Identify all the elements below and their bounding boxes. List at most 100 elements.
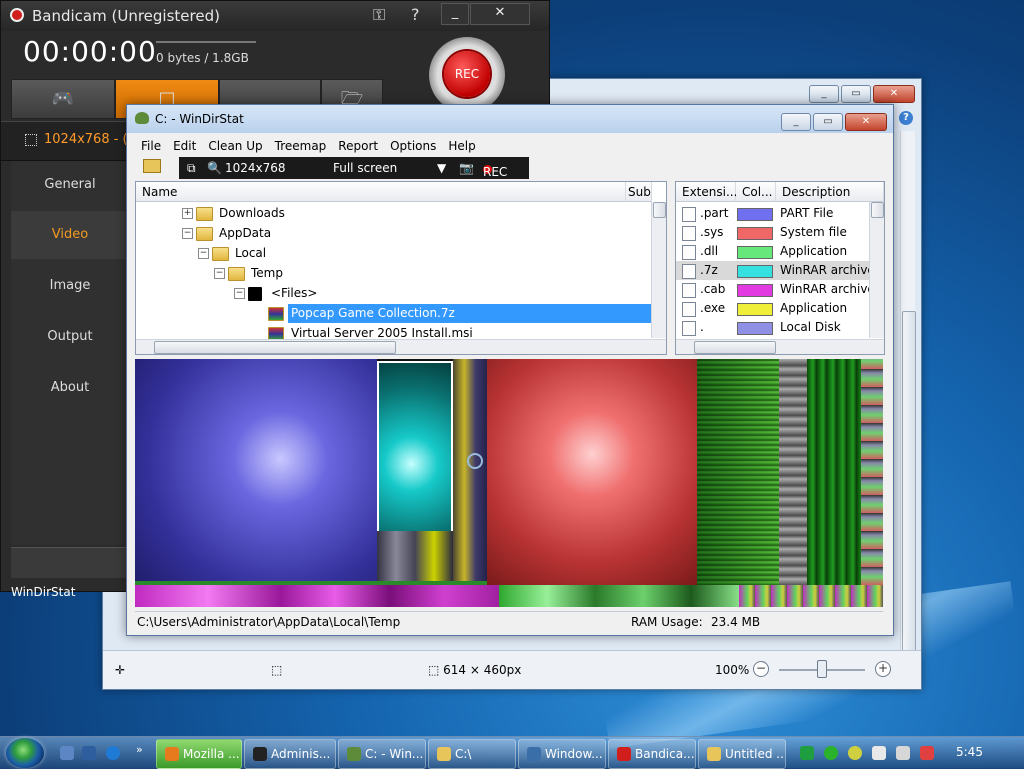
scroll-thumb[interactable] xyxy=(871,202,884,218)
tray-green-icon[interactable] xyxy=(824,746,838,760)
zoom-slider-thumb[interactable] xyxy=(817,660,827,678)
treemap-block-7z-selected[interactable] xyxy=(377,361,453,533)
scroll-thumb[interactable] xyxy=(902,311,916,678)
column-header-extension[interactable]: Extensi... xyxy=(676,182,737,202)
key-icon[interactable]: ⚿ xyxy=(373,5,385,25)
scroll-thumb[interactable] xyxy=(653,202,666,218)
collapse-icon[interactable]: − xyxy=(234,288,245,299)
menu-edit[interactable]: Edit xyxy=(167,137,202,155)
dropdown-arrow-icon[interactable]: ▼ xyxy=(437,161,446,175)
treemap-block-gray[interactable] xyxy=(779,359,807,585)
help-icon[interactable]: ? xyxy=(899,111,913,125)
scroll-thumb[interactable] xyxy=(154,341,396,354)
extension-row[interactable]: .cab WinRAR archive xyxy=(676,280,876,299)
ext-vertical-scrollbar[interactable] xyxy=(869,202,884,338)
taskbar-explorer-button[interactable]: C:\ xyxy=(428,739,516,769)
column-header-color[interactable]: Col... xyxy=(736,182,776,202)
treemap-view[interactable] xyxy=(135,359,883,607)
camera-icon[interactable]: 📷 xyxy=(459,161,474,175)
treemap-block-mixed[interactable] xyxy=(861,359,883,585)
menu-item-video[interactable]: Video xyxy=(11,211,129,259)
start-button[interactable] xyxy=(6,738,44,768)
treemap-block-misc-strip[interactable] xyxy=(739,585,883,607)
tray-app-icon[interactable] xyxy=(800,746,814,760)
help-icon[interactable]: ? xyxy=(411,5,420,24)
minimize-button[interactable]: _ xyxy=(781,113,811,131)
show-desktop-icon[interactable] xyxy=(60,746,74,760)
action-center-flag-icon[interactable] xyxy=(872,746,886,760)
extension-row[interactable]: .sys System file xyxy=(676,223,876,242)
bandicam-minimize-button[interactable]: _ xyxy=(441,3,469,25)
menu-options[interactable]: Options xyxy=(384,137,442,155)
taskbar-cmd-button[interactable]: Adminis... xyxy=(244,739,336,769)
tree-row[interactable]: − Local xyxy=(136,244,652,263)
menu-report[interactable]: Report xyxy=(332,137,384,155)
tree-row[interactable]: − AppData xyxy=(136,224,652,243)
collapse-icon[interactable]: − xyxy=(198,248,209,259)
internet-explorer-icon[interactable] xyxy=(106,746,120,760)
minimize-button[interactable]: _ xyxy=(809,85,839,103)
column-header-name[interactable]: Name xyxy=(136,182,626,202)
tree-row[interactable]: + Downloads xyxy=(136,204,652,223)
magnifier-icon[interactable]: 🔍 xyxy=(207,161,222,175)
expand-icon[interactable]: + xyxy=(182,208,193,219)
collapse-icon[interactable]: − xyxy=(214,268,225,279)
bandicam-close-button[interactable]: ✕ xyxy=(470,3,530,25)
switch-windows-icon[interactable] xyxy=(82,746,96,760)
tree-row[interactable]: Popcap Game Collection.7z xyxy=(136,304,654,323)
extension-row[interactable]: .part PART File xyxy=(676,204,876,223)
overlay-mode[interactable]: Full screen xyxy=(333,161,397,175)
menu-item-image[interactable]: Image xyxy=(11,262,129,310)
menu-treemap[interactable]: Treemap xyxy=(269,137,333,155)
tree-vertical-scrollbar[interactable] xyxy=(651,202,666,338)
app-icon xyxy=(165,747,179,761)
zoom-out-button[interactable]: − xyxy=(753,661,769,677)
treemap-block-column[interactable] xyxy=(453,359,487,581)
tree-row[interactable]: − Temp xyxy=(136,264,652,283)
close-button[interactable]: ✕ xyxy=(873,85,915,103)
open-folder-icon[interactable] xyxy=(143,159,161,173)
vertical-scrollbar[interactable] xyxy=(900,131,916,683)
menu-clean-up[interactable]: Clean Up xyxy=(202,137,268,155)
maximize-button[interactable]: ▭ xyxy=(813,113,843,131)
close-button[interactable]: ✕ xyxy=(845,113,887,131)
treemap-block-dll[interactable] xyxy=(697,359,779,585)
tree-horizontal-scrollbar[interactable] xyxy=(136,339,666,354)
taskbar-firefox-button[interactable]: Mozilla ... xyxy=(156,739,242,769)
quick-launch-more-icon[interactable]: » xyxy=(136,743,143,756)
menu-item-about[interactable]: About xyxy=(11,364,129,412)
treemap-block-small[interactable] xyxy=(377,531,453,581)
treemap-block-part[interactable] xyxy=(135,359,377,581)
taskbar-bandicam-button[interactable]: Bandica... xyxy=(608,739,696,769)
overlay-window-icon[interactable]: ⧉ xyxy=(187,161,196,176)
extension-row[interactable]: .7z WinRAR archive xyxy=(676,261,876,280)
network-icon[interactable] xyxy=(896,746,910,760)
volume-muted-icon[interactable] xyxy=(920,746,934,760)
maximize-button[interactable]: ▭ xyxy=(841,85,871,103)
column-header-description[interactable]: Description xyxy=(776,182,884,202)
menu-help[interactable]: Help xyxy=(442,137,481,155)
menu-item-output[interactable]: Output xyxy=(11,313,129,361)
menu-file[interactable]: File xyxy=(135,137,167,155)
treemap-block-dll-strip[interactable] xyxy=(499,585,739,607)
clock[interactable]: 5:45 xyxy=(956,745,983,759)
game-mode-tab[interactable]: 🎮 xyxy=(11,79,115,119)
treemap-block-green[interactable] xyxy=(807,359,861,585)
treemap-block-cab[interactable] xyxy=(135,585,499,607)
treemap-block-sys[interactable] xyxy=(487,359,697,585)
column-header-subtree[interactable]: Sub xyxy=(626,182,652,202)
taskbar-windirstat-button[interactable]: C: - Win... xyxy=(338,739,426,769)
collapse-icon[interactable]: − xyxy=(182,228,193,239)
extension-row[interactable]: .exe Application xyxy=(676,299,876,318)
ext-horizontal-scrollbar[interactable] xyxy=(676,339,884,354)
menu-item-general[interactable]: General xyxy=(11,161,129,209)
zoom-in-button[interactable]: + xyxy=(875,661,891,677)
scroll-thumb[interactable] xyxy=(694,341,776,354)
taskbar-button-label: C:\ xyxy=(455,747,472,761)
extension-row[interactable]: .dllApplication exte xyxy=(676,242,876,277)
tree-row[interactable]: − <Files> xyxy=(136,284,652,303)
taskbar-paint-button[interactable]: Untitled ... xyxy=(698,739,786,769)
tray-shield-icon[interactable] xyxy=(848,746,862,760)
taskbar-window-button[interactable]: Window... xyxy=(518,739,606,769)
extension-row[interactable]: . Local Disk xyxy=(676,318,876,337)
